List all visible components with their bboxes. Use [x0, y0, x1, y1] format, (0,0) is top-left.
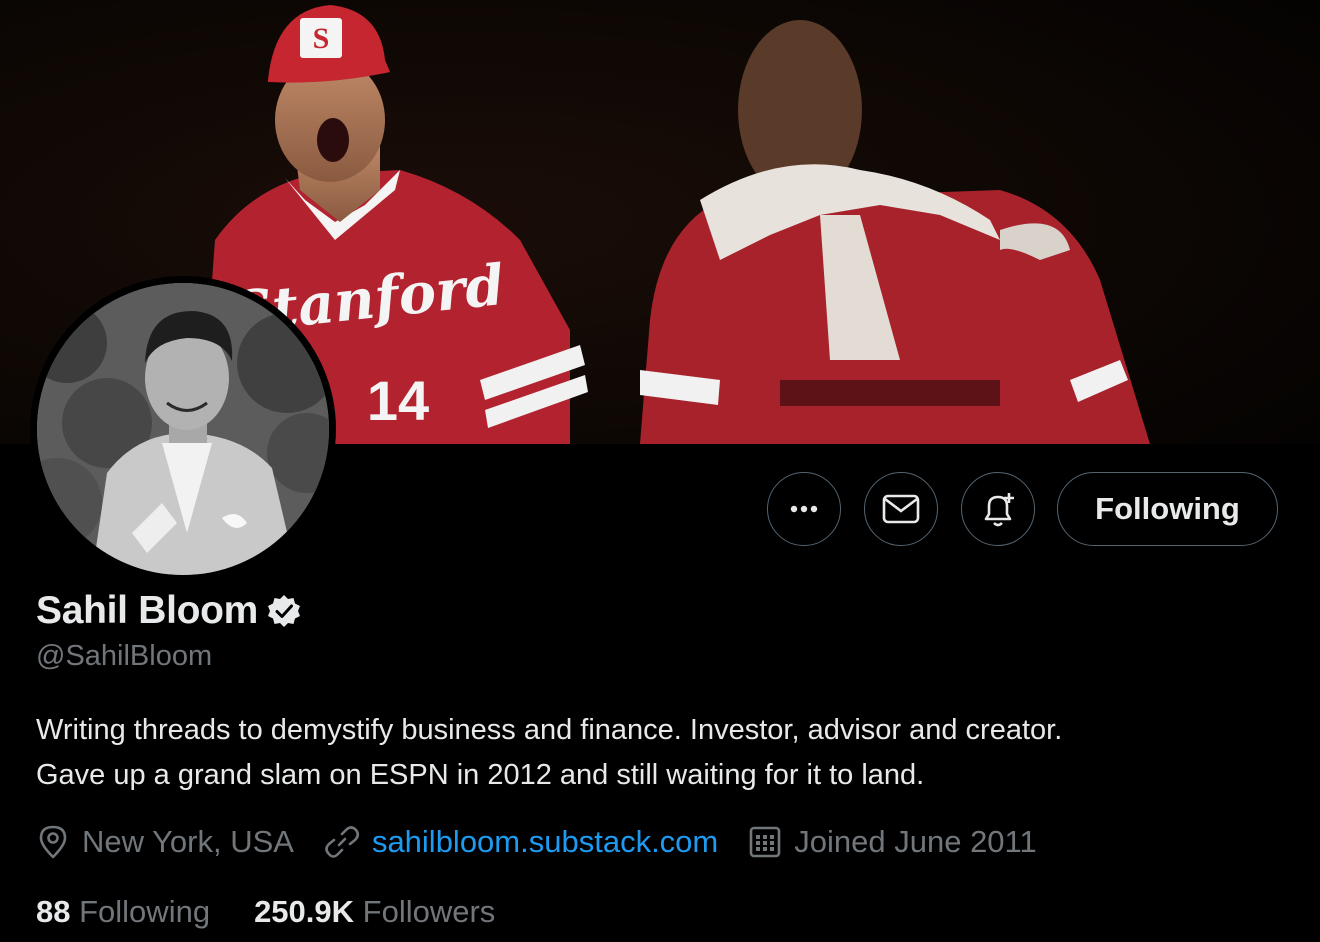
notify-button[interactable] — [961, 472, 1035, 546]
calendar-icon — [749, 826, 781, 858]
following-label: Following — [79, 894, 211, 929]
joined-text: Joined June 2011 — [794, 824, 1037, 859]
display-name: Sahil Bloom — [36, 589, 259, 632]
name-row: Sahil Bloom — [36, 586, 302, 636]
more-icon — [790, 505, 818, 513]
location-text: New York, USA — [82, 824, 294, 859]
message-button[interactable] — [864, 472, 938, 546]
avatar-photo — [37, 283, 329, 575]
handle: @SahilBloom — [36, 640, 213, 672]
following-button[interactable]: Following — [1057, 472, 1278, 546]
following-stat[interactable]: 88 Following — [36, 894, 210, 930]
profile-meta: New York, USA sahilbloom.substack.com Jo… — [36, 820, 1067, 864]
avatar[interactable] — [37, 283, 329, 575]
more-button[interactable] — [767, 472, 841, 546]
follow-stats: 88 Following 250.9K Followers — [36, 890, 539, 934]
followers-label: Followers — [362, 894, 496, 929]
verified-badge-icon[interactable] — [266, 593, 302, 629]
website-link[interactable]: sahilbloom.substack.com — [372, 824, 718, 860]
bio-line: Writing threads to demystify business an… — [36, 714, 1063, 746]
joined-date: Joined June 2011 — [748, 824, 1037, 860]
following-count: 88 — [36, 894, 71, 929]
followers-count: 250.9K — [254, 894, 355, 929]
cap-logo: S — [313, 22, 330, 55]
location-pin-icon — [39, 825, 67, 859]
location: New York, USA — [36, 824, 294, 860]
link-icon — [325, 826, 359, 858]
website: sahilbloom.substack.com — [324, 824, 718, 860]
jersey-number: 14 — [367, 369, 429, 432]
mail-icon — [882, 494, 920, 524]
followers-stat[interactable]: 250.9K Followers — [254, 894, 495, 930]
bio-line: Gave up a grand slam on ESPN in 2012 and… — [36, 759, 925, 791]
bio: Writing threads to demystify business an… — [36, 708, 1286, 798]
bell-plus-icon — [984, 493, 1014, 527]
